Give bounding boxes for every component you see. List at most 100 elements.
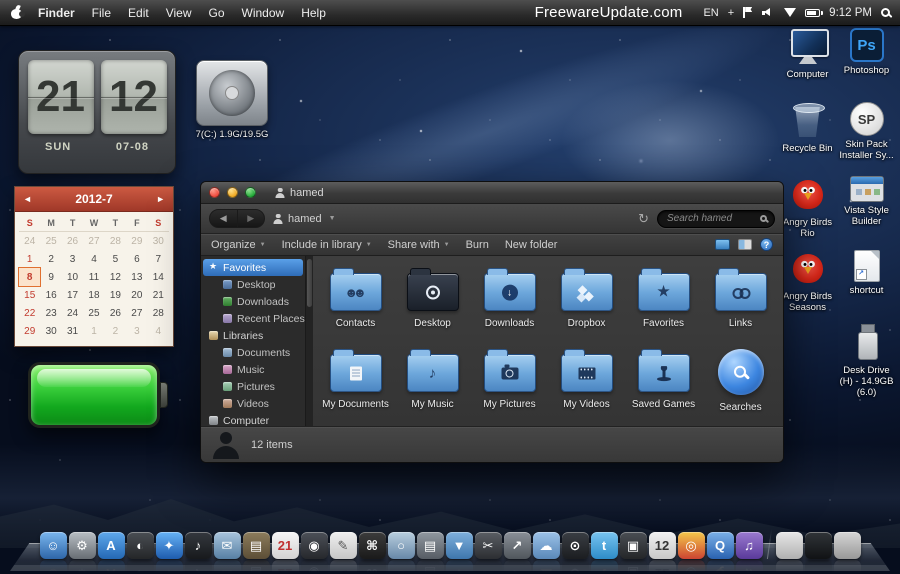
dock-icon-app-store[interactable]: A (97, 532, 125, 559)
desktop-icon-computer[interactable]: Computer (780, 28, 836, 102)
window-titlebar[interactable]: hamed (201, 182, 783, 204)
dock-icon-iphone[interactable] (804, 532, 832, 559)
sidebar-item-pictures[interactable]: Pictures (201, 378, 305, 395)
dock-icon-itunes-dj[interactable]: ♪ (184, 532, 212, 559)
calendar-day[interactable]: 26 (62, 232, 83, 250)
sidebar-item-favorites[interactable]: Favorites (203, 259, 303, 276)
menu-item-file[interactable]: File (92, 6, 111, 20)
calendar-day[interactable]: 20 (126, 286, 147, 304)
search-input[interactable]: Search hamed (657, 209, 775, 228)
sidebar-item-documents[interactable]: Documents (201, 344, 305, 361)
sidebar-item-music[interactable]: Music (201, 361, 305, 378)
calendar-prev-button[interactable]: ◄ (23, 194, 32, 204)
file-my-videos[interactable]: My Videos (548, 343, 625, 424)
desktop-icon-vista-style-builder[interactable]: Vista Style Builder (839, 176, 895, 250)
file-dropbox[interactable]: Dropbox (548, 262, 625, 343)
calendar-day[interactable]: 4 (83, 250, 104, 268)
calendar-day[interactable]: 1 (83, 322, 104, 340)
command-share-with[interactable]: Share with ▼ (388, 239, 450, 251)
calendar-next-button[interactable]: ► (156, 194, 165, 204)
sidebar-scrollbar[interactable] (305, 256, 313, 426)
calendar-day[interactable]: 28 (105, 232, 126, 250)
calendar-day[interactable]: 16 (40, 286, 61, 304)
file-favorites[interactable]: ★ Favorites (625, 262, 702, 343)
calendar-day[interactable]: 28 (148, 304, 169, 322)
calendar-day[interactable]: 6 (126, 250, 147, 268)
calendar-day[interactable]: 13 (126, 268, 147, 286)
dock-icon-apple-software[interactable] (775, 532, 803, 559)
calendar-day[interactable]: 24 (19, 232, 40, 250)
preview-pane-icon[interactable] (738, 239, 752, 250)
dock-icon-clock[interactable]: 12 (648, 532, 676, 559)
menu-item-window[interactable]: Window (242, 6, 285, 20)
calendar-day[interactable]: 2 (105, 322, 126, 340)
menu-item-edit[interactable]: Edit (128, 6, 149, 20)
desktop-icon-angry-birds-rio[interactable]: Angry Birds Rio (780, 176, 836, 250)
wifi-icon[interactable] (784, 8, 797, 17)
sidebar-item-desktop[interactable]: Desktop (201, 276, 305, 293)
calendar-day[interactable]: 2 (40, 250, 61, 268)
calendar-day[interactable]: 30 (148, 232, 169, 250)
dock-icon-system-preferences[interactable]: ⚙ (68, 532, 96, 559)
file-saved-games[interactable]: Saved Games (625, 343, 702, 424)
command-organize[interactable]: Organize ▼ (211, 239, 266, 251)
file-my-pictures[interactable]: My Pictures (471, 343, 548, 424)
menu-item-go[interactable]: Go (209, 6, 225, 20)
calendar-day[interactable]: 14 (148, 268, 169, 286)
calendar-day[interactable]: 3 (62, 250, 83, 268)
calendar-day[interactable]: 4 (148, 322, 169, 340)
input-language-indicator[interactable]: EN (703, 7, 718, 19)
desktop-icon-angry-birds-seasons[interactable]: Angry Birds Seasons (780, 250, 836, 324)
flag-icon[interactable] (743, 7, 753, 18)
dock-icon-quicktime[interactable]: Q (706, 532, 734, 559)
dock-icon-finder[interactable]: ☺ (39, 532, 67, 559)
calendar-day[interactable]: 26 (105, 304, 126, 322)
plus-icon[interactable]: + (728, 7, 734, 19)
views-icon[interactable] (715, 239, 730, 250)
file-contacts[interactable]: ☻☻ Contacts (317, 262, 394, 343)
calendar-day[interactable]: 25 (83, 304, 104, 322)
back-button[interactable]: ◀ (210, 210, 237, 227)
calendar-day[interactable]: 19 (105, 286, 126, 304)
calendar-day[interactable]: 11 (83, 268, 104, 286)
sidebar-item-computer[interactable]: Computer (201, 412, 305, 426)
calendar-day[interactable]: 22 (19, 304, 40, 322)
dock-icon-mail[interactable]: ✉ (213, 532, 241, 559)
dock-icon-textedit[interactable]: ✎ (329, 532, 357, 559)
menubar-clock[interactable]: 9:12 PM (829, 7, 872, 19)
dock-icon-cloud[interactable]: ☁ (532, 532, 560, 559)
menu-item-view[interactable]: View (166, 6, 192, 20)
dock-icon-preview[interactable]: ○ (387, 532, 415, 559)
calendar-day[interactable]: 27 (126, 304, 147, 322)
refresh-icon[interactable]: ↻ (638, 212, 649, 225)
calendar-day[interactable]: 29 (126, 232, 147, 250)
file-desktop[interactable]: Desktop (394, 262, 471, 343)
menu-item-finder[interactable]: Finder (38, 6, 75, 20)
calendar-day[interactable]: 29 (19, 322, 40, 340)
desktop-icon-desk-drive-h-14-9gb-6-0[interactable]: Desk Drive (H) - 14.9GB (6.0) (839, 324, 895, 398)
dock-icon-documents-folder[interactable]: ▤ (242, 532, 270, 559)
dock-icon-terminal[interactable]: ⌘ (358, 532, 386, 559)
dock-icon-camera[interactable]: ▣ (619, 532, 647, 559)
calendar-day[interactable]: 1 (19, 250, 40, 268)
dock-icon-trash[interactable] (833, 532, 861, 559)
calendar-day[interactable]: 17 (62, 286, 83, 304)
close-button[interactable] (209, 187, 220, 198)
dock-icon-dashboard[interactable]: ◐ (126, 532, 154, 559)
file-links[interactable]: Links (702, 262, 779, 343)
battery-icon[interactable] (805, 8, 824, 17)
dock-icon-stacks[interactable]: ▤ (416, 532, 444, 559)
command-burn[interactable]: Burn (466, 239, 489, 251)
file-searches[interactable]: Searches (702, 343, 779, 424)
file-downloads[interactable]: ↓ Downloads (471, 262, 548, 343)
file-my-music[interactable]: ♪ My Music (394, 343, 471, 424)
dock-icon-utilities[interactable]: ✂ (474, 532, 502, 559)
desktop-icon-shortcut[interactable]: shortcut (839, 250, 895, 324)
desktop-icon-photoshop[interactable]: Ps Photoshop (839, 28, 895, 102)
dock-icon-downloads-folder[interactable]: ▼ (445, 532, 473, 559)
calendar-day[interactable]: 31 (62, 322, 83, 340)
calendar-day[interactable]: 3 (126, 322, 147, 340)
calendar-day[interactable]: 21 (148, 286, 169, 304)
dock-icon-calendar[interactable]: 21 (271, 532, 299, 559)
calendar-day[interactable]: 18 (83, 286, 104, 304)
